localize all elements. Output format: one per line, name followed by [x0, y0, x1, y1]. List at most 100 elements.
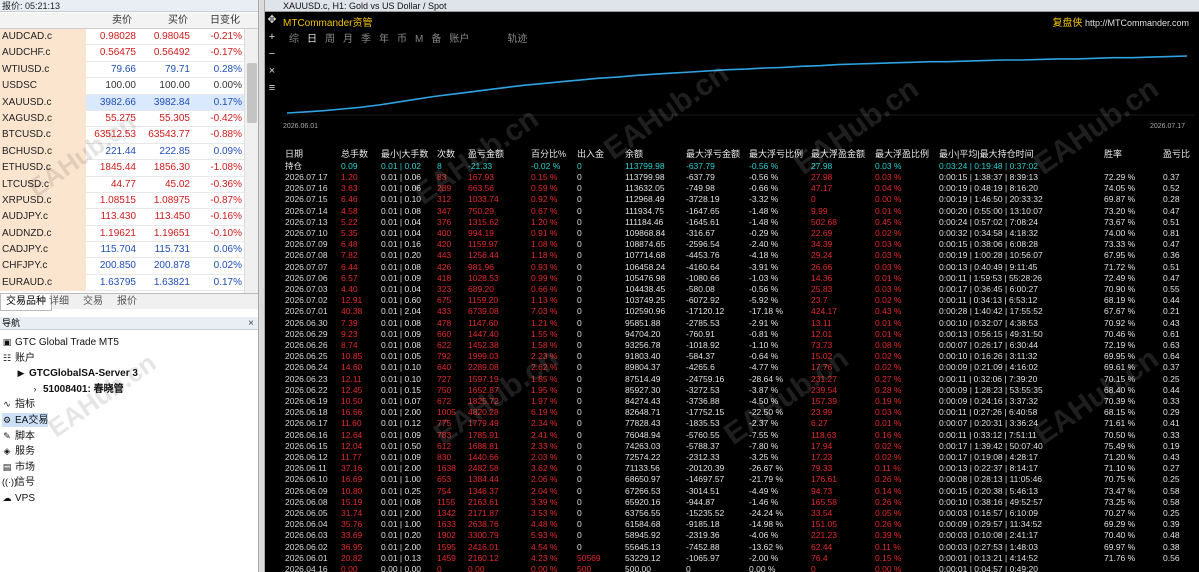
- table-cell: 0.03 %: [875, 284, 902, 294]
- table-cell: 日期: [285, 149, 304, 159]
- menu-icon[interactable]: ≡: [265, 81, 279, 95]
- market-watch-row[interactable]: AUDCHF.c 0.56475 0.56492 -0.17%: [0, 45, 258, 62]
- table-cell: 0.43: [1163, 452, 1180, 462]
- quote-symbol: AUDJPY.c: [0, 209, 86, 226]
- table-row: 2026.06.26 8.74 0.01 | 0.08 622 1452.38 1.58 …: [283, 340, 1199, 351]
- market-watch-row[interactable]: AUDJPY.c 113.430 113.450 -0.16%: [0, 209, 258, 226]
- table-cell: 0.63: [1163, 340, 1180, 350]
- table-cell: 0.01 %: [875, 317, 902, 328]
- table-cell: -0.56 %: [749, 160, 779, 171]
- market-watch-row[interactable]: XAUUSD.c 3982.66 3982.84 0.17%: [0, 94, 258, 111]
- col-change[interactable]: 日变化: [210, 13, 240, 29]
- table-cell: 2026.07.13: [285, 216, 328, 227]
- table-cell: -1018.92: [686, 340, 720, 350]
- table-row: 2026.07.14 4.58 0.01 | 0.08 347 750.29 0.67 %…: [283, 206, 1199, 217]
- market-watch-row[interactable]: ETHUSD.c 1845.44 1856.30 -1.08%: [0, 160, 258, 177]
- market-watch-row[interactable]: XRPUSD.c 1.08515 1.08975 -0.87%: [0, 192, 258, 210]
- market-watch-row[interactable]: AUDCAD.c 0.98028 0.98045 -0.21%: [0, 29, 258, 46]
- table-cell: 0.01 | 0.09: [381, 429, 422, 440]
- table-cell: 最大浮亏比例: [749, 149, 804, 159]
- site-url[interactable]: http://MTCommander.com: [1085, 18, 1189, 28]
- close-icon[interactable]: ×: [248, 317, 254, 330]
- col-bid[interactable]: 卖价: [112, 13, 132, 29]
- table-cell: 36.95: [341, 541, 363, 552]
- navigator-item[interactable]: ✎ 脚本: [2, 429, 35, 443]
- market-watch-row[interactable]: USDSC 100.00 100.00 0.00%: [0, 78, 258, 95]
- table-cell: 0:00:10 | 0:38:16 | 49:52:57: [939, 496, 1043, 507]
- tab-trading[interactable]: 交易: [78, 294, 108, 310]
- quote-ask: 113.450: [154, 211, 190, 223]
- table-cell: 0: [577, 295, 582, 306]
- navigator-item[interactable]: ▶ GTCGlobalSA-Server 3: [16, 366, 138, 380]
- table-cell: 107714.68: [625, 250, 666, 261]
- navigator-item[interactable]: ☁ VPS: [2, 491, 36, 505]
- table-cell: 盈亏比: [1163, 149, 1191, 159]
- navigator-item[interactable]: ▤ 市场: [2, 460, 35, 474]
- table-cell: 2026.06.10: [285, 474, 328, 485]
- market-watch-row[interactable]: WTIUSD.c 79.66 79.71 0.28%: [0, 61, 258, 79]
- tab-ticks[interactable]: 报价: [112, 294, 142, 310]
- chart-window[interactable]: XAUUSD.c, H1: Gold vs US Dollar / Spot ✥…: [265, 0, 1199, 572]
- table-cell: 76048.94: [625, 429, 661, 440]
- col-ask[interactable]: 买价: [168, 13, 188, 29]
- table-cell: 1.18 %: [531, 250, 558, 261]
- zoom-in-icon[interactable]: +: [265, 30, 279, 44]
- quote-ask: 115.731: [154, 244, 190, 256]
- table-cell: 总手数: [341, 149, 369, 159]
- zoom-out-icon[interactable]: −: [265, 47, 279, 61]
- close-icon[interactable]: ×: [265, 64, 279, 78]
- site-name: 复盘侠: [1052, 18, 1083, 29]
- table-cell: 0.01 %: [875, 272, 902, 283]
- table-cell: 2026.07.14: [285, 205, 328, 216]
- site-label[interactable]: 复盘侠 http://MTCommander.com: [1052, 14, 1189, 29]
- navigator-item[interactable]: ◈ 服务: [2, 444, 35, 458]
- table-cell: 0: [577, 440, 582, 451]
- table-cell: 426: [437, 261, 452, 272]
- table-cell: 3300.79: [468, 530, 499, 541]
- market-watch-row[interactable]: BTCUSD.c 63512.53 63543.77 -0.88%: [0, 127, 258, 144]
- table-cell: 0.01 | 0.02: [381, 160, 422, 171]
- navigator-item[interactable]: ((·))信号: [2, 475, 35, 489]
- market-watch-row[interactable]: CADJPY.c 115.704 115.731 0.06%: [0, 242, 258, 259]
- table-row: 2026.07.10 5.35 0.01 | 0.04 400 994.19 0.91 %…: [283, 228, 1199, 239]
- table-cell: -7452.88: [686, 541, 720, 552]
- table-cell: 72.19 %: [1104, 340, 1136, 350]
- table-cell: 0.61: [1163, 328, 1180, 339]
- table-cell: 72.49 %: [1104, 272, 1136, 283]
- table-cell: 1155: [437, 496, 456, 507]
- quote-change: -0.88%: [210, 129, 242, 141]
- table-cell: -0.56 %: [749, 172, 779, 182]
- navigator-item[interactable]: ∿ 指标: [2, 397, 35, 411]
- table-cell: 0.27 %: [875, 373, 902, 384]
- tab-details[interactable]: 详细: [44, 294, 74, 310]
- table-cell: 1459: [437, 552, 456, 563]
- table-cell: 0: [577, 172, 582, 182]
- table-cell: -4.18 %: [749, 250, 779, 261]
- table-cell: 1.55 %: [531, 328, 558, 339]
- market-watch-row[interactable]: CHFJPY.c 200.850 200.878 0.02%: [0, 258, 258, 275]
- panel-splitter[interactable]: [258, 0, 265, 572]
- market-watch-row[interactable]: LTCUSD.c 44.77 45.02 -0.36%: [0, 176, 258, 193]
- table-row: 2026.06.30 7.39 0.01 | 0.08 478 1147.60 1.21 …: [283, 318, 1199, 329]
- market-watch-row[interactable]: EURAUD.c 1.63795 1.63821 0.17%: [0, 274, 258, 292]
- navigator-item[interactable]: › 51008401: 春晓管: [30, 382, 124, 396]
- table-cell: 0.01 | 2.04: [381, 306, 422, 317]
- table-cell: 612: [437, 440, 452, 451]
- scrollbar-thumb[interactable]: [247, 63, 257, 123]
- quote-symbol: USDSC: [0, 78, 86, 95]
- move-icon[interactable]: ✥: [265, 13, 279, 27]
- navigator-item[interactable]: ⚙ EA交易: [2, 413, 49, 427]
- market-watch-scrollbar[interactable]: [244, 29, 258, 293]
- market-watch-row[interactable]: XAGUSD.c 55.275 55.305 -0.42%: [0, 110, 258, 128]
- daily-stats-table: 日期 总手数 最小|大手数 次数 盈亏金额 百分比% 出入金 余额 最大浮亏金额 最大浮亏比例 最大…: [283, 136, 1199, 572]
- market-watch-row[interactable]: AUDNZD.c 1.19621 1.19651 -0.10%: [0, 225, 258, 243]
- navigator-item[interactable]: ▣ GTC Global Trade MT5: [2, 335, 119, 349]
- navigator-item[interactable]: ☷ 账户: [2, 351, 35, 365]
- table-cell: 418: [437, 272, 452, 283]
- table-cell: 113632.05: [625, 183, 665, 194]
- table-cell: 0: [577, 272, 582, 283]
- quote-change: -0.36%: [210, 178, 242, 190]
- market-watch-row[interactable]: BCHUSD.c 221.44 222.85 0.09%: [0, 143, 258, 161]
- table-cell: 0.25: [1163, 508, 1180, 518]
- table-row: 2026.06.10 16.69 0.01 | 1.00 653 1384.44 2.06…: [283, 474, 1199, 485]
